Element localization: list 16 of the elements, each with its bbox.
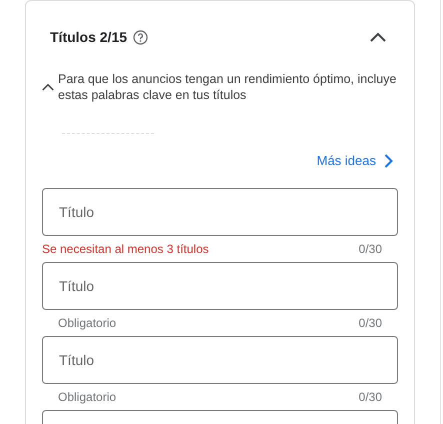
character-counter: 0/30 <box>358 242 382 256</box>
more-ideas-link[interactable]: Más ideas <box>316 153 398 168</box>
helper-text: Obligatorio <box>58 316 116 330</box>
title-input-field[interactable]: Título <box>42 188 398 236</box>
collapse-icon[interactable] <box>42 83 54 91</box>
collapse-icon[interactable] <box>370 32 386 42</box>
help-icon[interactable] <box>133 30 148 44</box>
helper-text: Obligatorio <box>58 390 116 404</box>
title-input-field[interactable]: Título <box>42 262 398 310</box>
character-counter: 0/30 <box>358 390 382 404</box>
title-input-field[interactable]: Título <box>42 336 398 384</box>
keyword-tip: Para que los anuncios tengan un rendimiento óptimo, incluye estas palabras clave en tus títulos <box>58 71 398 103</box>
chevron-right-icon <box>384 154 393 168</box>
error-message: Se necesitan al menos 3 títulos <box>42 242 209 256</box>
character-counter: 0/30 <box>358 316 382 330</box>
section-title: Títulos 2/15 <box>50 29 128 45</box>
